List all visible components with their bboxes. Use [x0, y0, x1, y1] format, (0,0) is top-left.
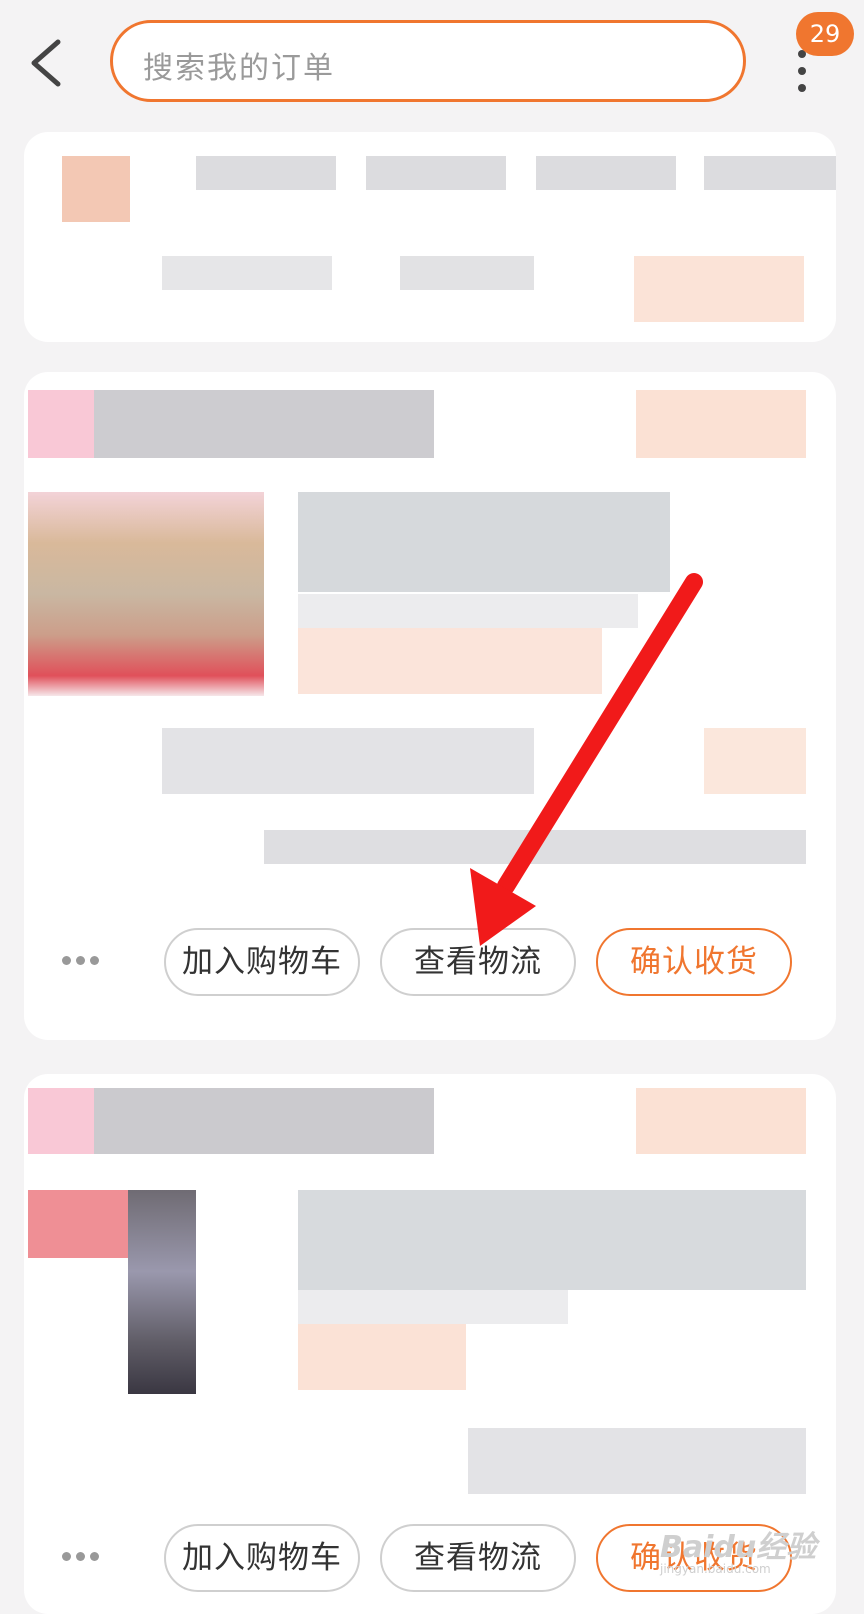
- blurred-product-price: [162, 728, 534, 794]
- blurred-order-status: [636, 1088, 806, 1154]
- blurred-product-spec: [298, 1290, 568, 1324]
- search-input[interactable]: 搜索我的订单: [110, 20, 746, 102]
- blurred-product-spec: [298, 594, 638, 628]
- back-arrow-icon[interactable]: [22, 30, 72, 96]
- watermark-subtext: jingyan.baidu.com: [660, 1562, 771, 1576]
- blurred-product-tag: [298, 628, 602, 694]
- header-bar: 搜索我的订单 29: [0, 0, 864, 120]
- search-placeholder: 搜索我的订单: [143, 51, 335, 86]
- more-actions-icon[interactable]: [62, 950, 106, 970]
- blurred-text: [704, 156, 836, 190]
- blurred-product-title: [298, 1190, 806, 1290]
- blurred-text: [366, 156, 506, 190]
- blurred-product-image: [28, 1190, 128, 1258]
- blurred-total: [468, 1428, 806, 1494]
- blurred-shop-name: [94, 390, 434, 458]
- view-logistics-button[interactable]: 查看物流: [380, 928, 576, 996]
- blurred-product-title: [298, 492, 670, 592]
- more-actions-icon[interactable]: [62, 1546, 106, 1566]
- blurred-order-status: [636, 390, 806, 458]
- blurred-shop-icon: [28, 1088, 94, 1154]
- blurred-shop-icon: [28, 390, 94, 458]
- blurred-product-image: [28, 492, 264, 696]
- baidu-watermark: Baidu经验 jingyan.baidu.com: [660, 1522, 850, 1592]
- blurred-text: [162, 256, 332, 290]
- view-logistics-button[interactable]: 查看物流: [380, 1524, 576, 1592]
- blurred-product-tag: [298, 1324, 466, 1390]
- order-card[interactable]: 加入购物车 查看物流 确认收货: [24, 372, 836, 1040]
- blurred-text: [196, 156, 336, 190]
- watermark-text: Baidu经验: [660, 1530, 817, 1565]
- add-to-cart-button[interactable]: 加入购物车: [164, 1524, 360, 1592]
- blurred-shop-name: [62, 156, 130, 222]
- blurred-text: [400, 256, 534, 290]
- order-card[interactable]: [24, 132, 836, 342]
- blurred-product-image: [128, 1190, 196, 1394]
- blurred-quantity: [704, 728, 806, 794]
- notification-badge: 29: [796, 12, 854, 56]
- blurred-price: [634, 256, 804, 322]
- confirm-receipt-button[interactable]: 确认收货: [596, 928, 792, 996]
- order-actions: 加入购物车 查看物流 确认收货: [24, 920, 836, 1000]
- add-to-cart-button[interactable]: 加入购物车: [164, 928, 360, 996]
- more-options-icon[interactable]: [790, 50, 814, 92]
- blurred-total: [264, 830, 806, 864]
- blurred-shop-name: [94, 1088, 434, 1154]
- blurred-text: [536, 156, 676, 190]
